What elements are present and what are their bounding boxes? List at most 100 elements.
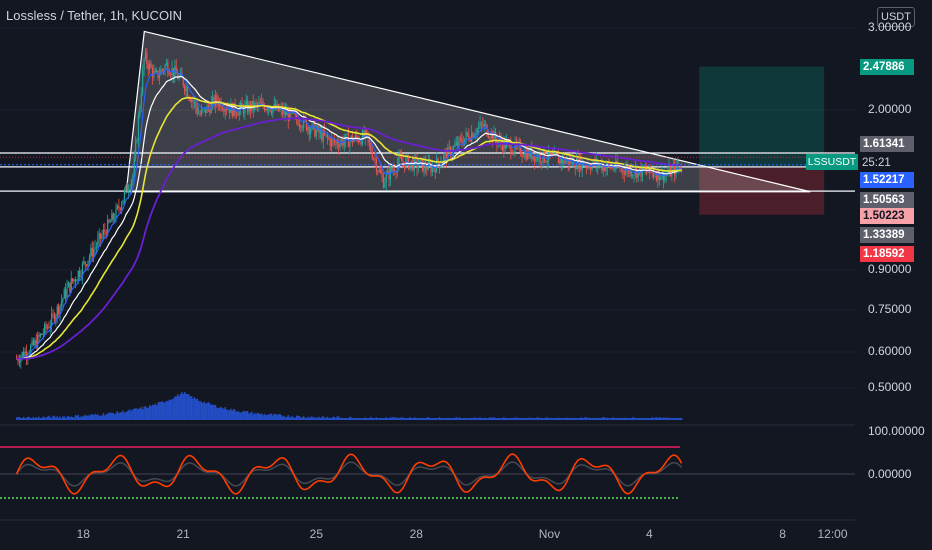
volume-bar <box>433 418 435 420</box>
volume-bar <box>539 417 541 420</box>
candle-body <box>52 313 54 315</box>
volume-bar <box>627 418 630 420</box>
volume-bar <box>41 418 43 420</box>
volume-bar <box>337 416 340 420</box>
bar-countdown: 25:21 <box>862 157 891 169</box>
candle-body <box>126 185 128 192</box>
candle-body <box>195 101 197 108</box>
volume-bar <box>455 416 457 420</box>
candle-body <box>521 154 523 157</box>
volume-bar <box>444 418 446 420</box>
volume-bar <box>323 417 326 420</box>
volume-bar <box>378 417 380 420</box>
volume-bar <box>203 401 205 420</box>
volume-bar <box>232 408 235 420</box>
volume-bar <box>517 418 519 420</box>
volume-bar <box>512 418 515 420</box>
volume-bar <box>496 418 498 420</box>
volume-bar <box>328 417 330 420</box>
volume-bar <box>56 416 58 420</box>
volume-bar <box>381 418 383 420</box>
volume-bar <box>661 418 663 420</box>
volume-bar <box>588 417 590 420</box>
candle-body <box>325 134 327 136</box>
volume-bar <box>644 418 646 420</box>
volume-bar <box>552 418 554 420</box>
volume-bar <box>175 396 177 420</box>
candle-body <box>259 102 261 104</box>
price-chart[interactable] <box>0 0 932 550</box>
candle-body <box>546 160 548 163</box>
candle-body <box>109 221 112 223</box>
candle-body <box>307 127 309 131</box>
volume-bar <box>314 417 316 420</box>
candle-body <box>417 165 420 169</box>
volume-bar <box>22 416 25 420</box>
volume-bar <box>361 418 364 420</box>
volume-bar <box>556 418 558 420</box>
volume-bar <box>329 417 331 420</box>
volume-bar <box>186 394 189 420</box>
volume-bar <box>333 417 336 420</box>
volume-bar <box>87 415 89 420</box>
oscillator-tick-label: 100.00000 <box>868 424 925 438</box>
y-tick-label: 2.00000 <box>868 102 912 116</box>
volume-bar <box>529 418 532 420</box>
candle-body <box>118 205 120 209</box>
candle-body <box>444 152 446 156</box>
volume-bar <box>447 417 449 420</box>
volume-bar <box>116 410 119 420</box>
candle-body <box>653 172 655 177</box>
volume-bar <box>237 410 239 420</box>
candle-body <box>158 75 161 79</box>
volume-bar <box>672 418 674 420</box>
candle-body <box>339 142 341 148</box>
volume-bar <box>136 408 138 420</box>
candle-body <box>84 261 86 265</box>
volume-bar <box>451 418 453 420</box>
volume-bar <box>640 418 642 420</box>
candle-body <box>315 130 317 137</box>
volume-bar <box>330 418 333 420</box>
volume-bar <box>358 418 361 420</box>
volume-bar <box>283 415 285 420</box>
candle-body <box>202 109 204 111</box>
volume-bar <box>370 416 372 420</box>
candle-body <box>613 168 616 170</box>
candle-body <box>44 324 46 334</box>
volume-bar <box>641 417 644 420</box>
x-tick-label: 28 <box>409 527 423 541</box>
candle-body <box>598 165 600 167</box>
volume-bar <box>410 418 413 420</box>
candle-body <box>620 168 623 170</box>
volume-bar <box>582 418 585 420</box>
volume-bar <box>31 418 33 420</box>
volume-bar <box>50 418 53 420</box>
volume-bar <box>543 418 546 420</box>
volume-bar <box>634 418 637 420</box>
volume-bar <box>526 417 529 420</box>
candle-body <box>32 340 35 346</box>
volume-bar <box>272 415 274 420</box>
volume-bar <box>112 412 114 420</box>
candle-body <box>392 169 394 172</box>
volume-bar <box>293 417 295 420</box>
candle-body <box>300 125 302 129</box>
volume-bar <box>127 410 130 420</box>
volume-bar <box>129 409 131 420</box>
volume-bar <box>440 418 442 420</box>
candle-body <box>555 152 557 155</box>
volume-bar <box>665 418 667 420</box>
volume-bar <box>312 417 315 420</box>
candle-body <box>143 58 145 71</box>
volume-bar <box>28 416 30 420</box>
symbol-price-tag: LSSUSDT <box>806 154 858 170</box>
volume-bar <box>507 417 509 420</box>
volume-bar <box>377 418 379 420</box>
volume-bar <box>659 417 662 420</box>
volume-bar <box>322 415 324 420</box>
volume-bar <box>571 418 574 420</box>
volume-bar <box>546 417 548 420</box>
candle-body <box>590 167 592 170</box>
volume-bar <box>267 414 270 420</box>
